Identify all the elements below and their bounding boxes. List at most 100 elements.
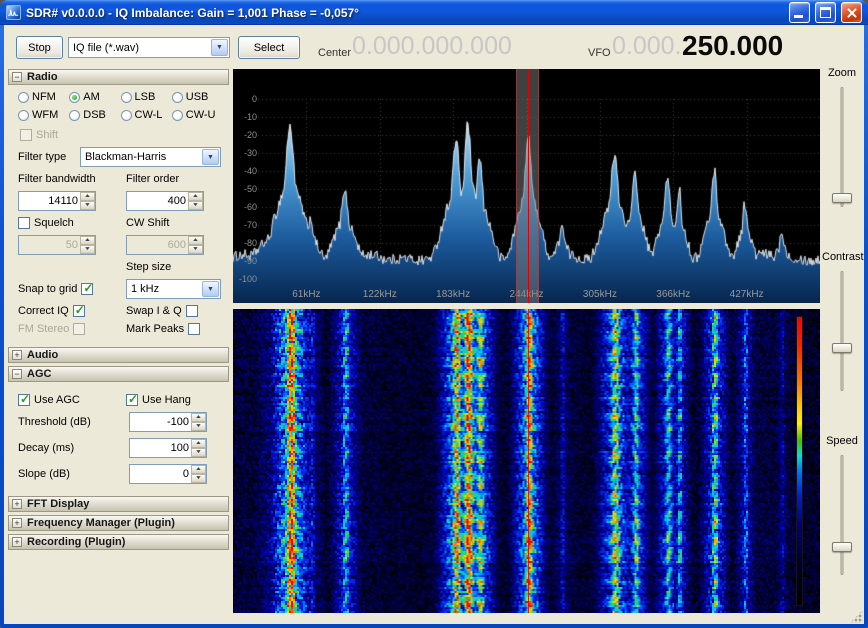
use-hang-checkbox[interactable]: ✓ Use Hang: [126, 394, 221, 406]
panel-header-fft-display[interactable]: + FFT Display: [8, 496, 229, 512]
expand-icon[interactable]: +: [12, 499, 22, 509]
use-agc-checkbox[interactable]: ✓ Use AGC: [18, 394, 120, 406]
audio-panel-header[interactable]: + Audio: [8, 347, 229, 363]
db-axis-label: -40: [235, 166, 257, 176]
mode-radio-dsb[interactable]: DSB: [69, 109, 118, 121]
window-title: SDR# v0.0.0.0 - IQ Imbalance: Gain = 1,0…: [26, 6, 784, 20]
chevron-down-icon[interactable]: ▼: [202, 281, 219, 297]
tuned-frequency-line[interactable]: [528, 69, 529, 303]
spin-up-icon[interactable]: ▲: [191, 413, 206, 422]
checkbox-icon: ✓: [186, 305, 198, 317]
panel-title: Recording (Plugin): [27, 536, 125, 548]
checkbox-icon: ✓: [188, 323, 200, 335]
mode-radio-cw-l[interactable]: CW-L: [121, 109, 170, 121]
select-button[interactable]: Select: [238, 36, 300, 59]
checkbox-icon: ✓: [20, 129, 32, 141]
step-size-select[interactable]: 1 kHz ▼: [126, 279, 221, 299]
spin-up-icon[interactable]: ▲: [191, 439, 206, 448]
chevron-down-icon[interactable]: ▼: [211, 39, 228, 56]
radio-icon: [69, 110, 80, 121]
close-button[interactable]: [841, 2, 862, 23]
speed-slider[interactable]: [830, 453, 854, 577]
filter-bandwidth-input[interactable]: 14110 ▲▼: [18, 191, 96, 211]
correct-iq-checkbox[interactable]: Correct IQ ✓: [18, 305, 120, 317]
panel-header-recording-plugin-[interactable]: + Recording (Plugin): [8, 534, 229, 550]
freq-axis-label: 183kHz: [436, 289, 470, 300]
spin-down-icon[interactable]: ▼: [191, 422, 206, 431]
expand-icon[interactable]: +: [12, 537, 22, 547]
filter-type-select[interactable]: Blackman-Harris ▼: [80, 147, 221, 167]
speed-slider-thumb[interactable]: [832, 542, 852, 552]
db-axis-label: -20: [235, 130, 257, 140]
source-select[interactable]: IQ file (*.wav) ▼: [68, 37, 230, 58]
spin-down-icon: ▼: [80, 245, 95, 254]
minimize-button[interactable]: [789, 2, 810, 23]
db-axis-label: -90: [235, 256, 257, 266]
filter-order-label: Filter order: [126, 173, 221, 185]
contrast-slider-thumb[interactable]: [832, 343, 852, 353]
mode-radio-lsb[interactable]: LSB: [121, 91, 170, 103]
mode-radio-cw-u[interactable]: CW-U: [172, 109, 221, 121]
checkbox-icon: ✓: [73, 305, 85, 317]
center-frequency-display[interactable]: 0.000.000.000: [352, 32, 512, 61]
freq-axis-label: 122kHz: [363, 289, 397, 300]
snap-to-grid-checkbox[interactable]: Snap to grid ✓: [18, 283, 120, 295]
vfo-frequency-display[interactable]: 250.000: [682, 30, 783, 62]
app-icon: [6, 5, 21, 20]
chevron-down-icon[interactable]: ▼: [202, 149, 219, 165]
mode-radio-nfm[interactable]: NFM: [18, 91, 67, 103]
spin-down-icon: ▼: [188, 245, 203, 254]
waterfall-canvas[interactable]: [233, 309, 820, 613]
spin-up-icon[interactable]: ▲: [80, 192, 95, 201]
agc-panel: − AGC ✓ Use AGC ✓ Use Hang: [8, 366, 229, 493]
mark-peaks-checkbox[interactable]: Mark Peaks ✓: [126, 323, 221, 335]
spin-down-icon[interactable]: ▼: [191, 448, 206, 457]
title-bar[interactable]: SDR# v0.0.0.0 - IQ Imbalance: Gain = 1,0…: [0, 0, 868, 25]
slider-track: [841, 455, 844, 575]
spin-up-icon: ▲: [188, 236, 203, 245]
panel-title: FFT Display: [27, 498, 89, 510]
stop-button[interactable]: Stop: [16, 36, 63, 59]
agc-toggle[interactable]: −: [12, 369, 22, 379]
expand-icon[interactable]: +: [12, 518, 22, 528]
zoom-slider-thumb[interactable]: [832, 193, 852, 203]
mode-radio-usb[interactable]: USB: [172, 91, 221, 103]
slope-input[interactable]: 0 ▲▼: [129, 464, 207, 484]
radio-icon: [69, 92, 80, 103]
squelch-checkbox[interactable]: ✓ Squelch: [18, 217, 120, 229]
squelch-input: 50 ▲▼: [18, 235, 96, 255]
spectrum-analyzer[interactable]: 0-10-20-30-40-50-60-70-80-90-100 61kHz12…: [233, 69, 820, 303]
decay-input[interactable]: 100 ▲▼: [129, 438, 207, 458]
mode-radio-wfm[interactable]: WFM: [18, 109, 67, 121]
spin-up-icon[interactable]: ▲: [188, 192, 203, 201]
cw-shift-label: CW Shift: [126, 217, 221, 229]
spin-up-icon[interactable]: ▲: [191, 465, 206, 474]
panel-header-frequency-manager-plugin-[interactable]: +Frequency Manager (Plugin): [8, 515, 229, 531]
spin-down-icon[interactable]: ▼: [80, 201, 95, 210]
maximize-icon: [820, 7, 831, 18]
contrast-label: Contrast: [822, 251, 862, 263]
mode-radio-am[interactable]: AM: [69, 91, 118, 103]
agc-panel-header[interactable]: − AGC: [8, 366, 229, 382]
client-area: Stop IQ file (*.wav) ▼ Select Center 0.0…: [4, 25, 864, 624]
radio-toggle[interactable]: −: [12, 72, 22, 82]
waterfall-color-scale: [796, 316, 803, 606]
control-sidebar: − Radio NFMAMLSBUSBWFMDSBCW-LCW-U ✓ Shif…: [8, 69, 229, 614]
vfo-frequency-dim-digits[interactable]: 0.000.: [612, 32, 682, 61]
swap-iq-checkbox[interactable]: Swap I & Q ✓: [126, 305, 221, 317]
tuned-frequency-line[interactable]: [528, 309, 529, 613]
contrast-slider[interactable]: [830, 269, 854, 393]
maximize-button[interactable]: [815, 2, 836, 23]
spin-down-icon[interactable]: ▼: [188, 201, 203, 210]
center-frequency-label: Center: [318, 47, 351, 59]
slider-track: [841, 87, 844, 207]
radio-panel-header[interactable]: − Radio: [8, 69, 229, 85]
filter-order-input[interactable]: 400 ▲▼: [126, 191, 204, 211]
threshold-input[interactable]: -100 ▲▼: [129, 412, 207, 432]
zoom-slider[interactable]: [830, 85, 854, 209]
radio-icon: [121, 110, 132, 121]
step-size-label: Step size: [126, 261, 221, 273]
waterfall-display[interactable]: [233, 309, 820, 613]
spin-down-icon[interactable]: ▼: [191, 474, 206, 483]
audio-toggle[interactable]: +: [12, 350, 22, 360]
